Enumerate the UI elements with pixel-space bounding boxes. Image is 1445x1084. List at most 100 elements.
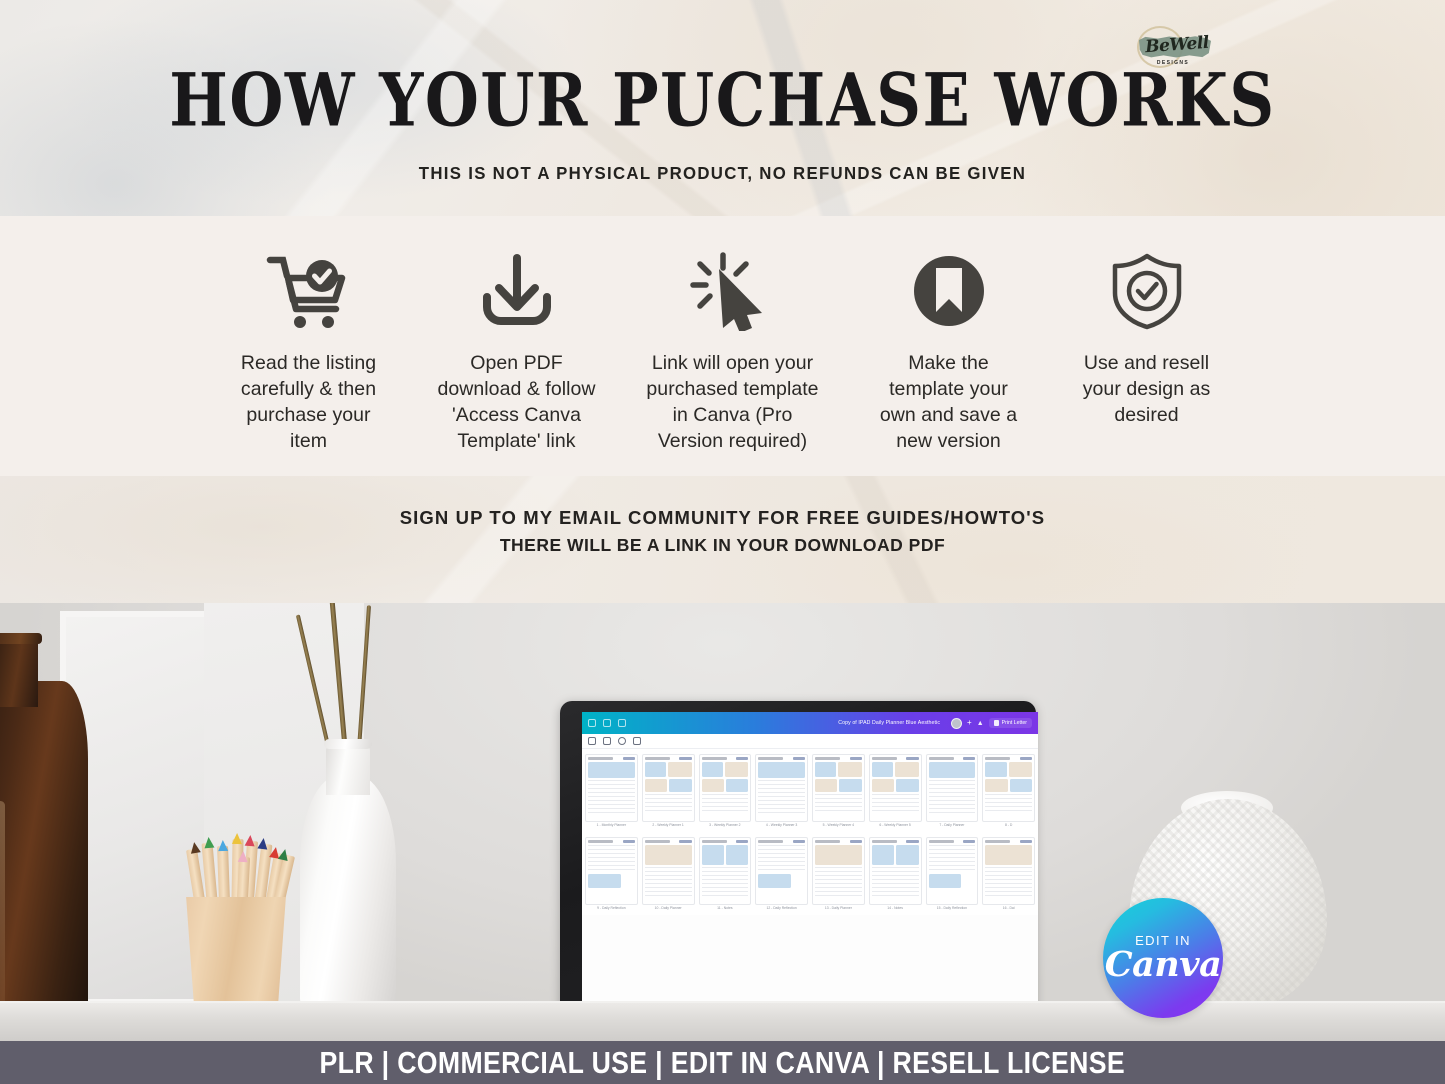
page-thumbnail-preview <box>812 837 865 905</box>
page-thumbnail[interactable]: 15 - Daily Reflection <box>925 837 979 910</box>
canva-undo-redo-group[interactable] <box>588 719 626 727</box>
thumb-block <box>644 793 692 812</box>
page-thumbnail-grid: 1 - Monthly Planner 2 - Weekly Planner 1 3… <box>582 749 1038 832</box>
thumb-block <box>985 844 1032 865</box>
page-thumbnail-preview <box>925 837 979 905</box>
vase-lip <box>324 739 372 749</box>
laptop-screen: Copy of IPAD Daily Planner Blue Aestheti… <box>582 712 1038 1004</box>
thumb-block <box>815 844 862 865</box>
canva-toolbar <box>582 734 1038 749</box>
thumb-badge <box>679 757 692 760</box>
edit-in-canva-badge[interactable]: EDIT IN Canva <box>1103 898 1223 1018</box>
step-1-caption: Read the listing carefully & then purcha… <box>240 352 377 452</box>
thumb-block <box>815 778 838 792</box>
email-signup-line-2: THERE WILL BE A LINK IN YOUR DOWNLOAD PD… <box>499 535 946 555</box>
share-icon[interactable]: ▲ <box>977 720 984 727</box>
thumb-badge <box>679 840 692 843</box>
step-2-caption: Open PDF download & follow 'Access Canva… <box>437 352 596 452</box>
page-thumbnail-label: 7 - Daily Planner <box>939 823 965 827</box>
page-thumbnail-preview <box>812 754 865 822</box>
tall-white-vase <box>300 775 396 1007</box>
thumb-badge <box>1019 757 1032 760</box>
thumb-block <box>896 844 919 865</box>
page-thumbnail[interactable]: 9 - Daily Reflection <box>585 837 638 910</box>
page-thumbnail[interactable]: 8 - D <box>982 754 1035 827</box>
page-thumbnail[interactable]: 6 - Weekly Planner 5 <box>868 754 922 827</box>
thumb-block <box>701 793 749 812</box>
thumb-badge <box>849 757 862 760</box>
license-footer-text: PLR | COMMERCIAL USE | EDIT IN CANVA | R… <box>319 1044 1126 1080</box>
page-thumbnail-preview <box>641 754 695 822</box>
step-3: Link will open your purchased template i… <box>645 248 821 454</box>
bottle-neck <box>0 637 38 707</box>
laptop-lid: Copy of IPAD Daily Planner Blue Aestheti… <box>560 701 1038 1019</box>
thumb-block <box>895 761 919 777</box>
thumb-title-line <box>701 840 727 843</box>
page-thumbnail-label: 8 - D <box>1004 823 1013 827</box>
page-thumbnail[interactable]: 12 - Daily Reflection <box>755 837 808 910</box>
page-thumbnail[interactable]: 3 - Weekly Planner 2 <box>698 754 752 827</box>
print-button[interactable]: Print Letter <box>988 718 1032 728</box>
thumb-block <box>725 844 749 865</box>
redo-icon[interactable] <box>603 719 611 727</box>
page-thumbnail-label: 11 - Notes <box>717 906 733 910</box>
thumb-block <box>669 778 692 792</box>
duplicate-tool-icon[interactable] <box>603 737 611 745</box>
thumb-title-line <box>644 757 670 760</box>
thumb-block <box>758 873 791 888</box>
thumb-title-line <box>985 757 1011 760</box>
document-title[interactable]: Copy of IPAD Daily Planner Blue Aestheti… <box>631 720 946 726</box>
page-thumbnail-label: 15 - Daily Reflection <box>936 906 968 910</box>
bottle-lip <box>0 633 42 644</box>
page-thumbnail[interactable]: 5 - Weekly Planner 4 <box>812 754 865 827</box>
page-thumbnail-label: 4 - Weekly Planner 3 <box>765 823 798 827</box>
thumb-title-line <box>588 757 614 760</box>
thumb-block <box>815 866 862 899</box>
cloud-icon[interactable] <box>618 719 626 727</box>
thumb-title-line <box>871 757 897 760</box>
page-thumbnail[interactable]: 2 - Weekly Planner 1 <box>641 754 695 827</box>
thumb-block <box>815 793 862 812</box>
page-thumbnail[interactable]: 13 - Daily Planner <box>812 837 865 910</box>
page-tool-icon[interactable] <box>588 737 596 745</box>
amber-bottle <box>0 681 88 1031</box>
thumb-block <box>758 779 805 814</box>
cart-check-icon <box>266 248 352 334</box>
shelf-surface <box>0 1003 1445 1041</box>
thumb-block <box>871 866 919 897</box>
page-thumbnail-label: 10 - Daily Planner <box>654 906 682 910</box>
thumb-block <box>871 793 919 812</box>
step-4-caption: Make the template your own and save a ne… <box>879 352 1018 452</box>
page-title: HOW YOUR PUCHASE WORKS <box>169 57 1276 144</box>
avatar[interactable] <box>951 717 963 729</box>
page-thumbnail[interactable]: 11 - Notes <box>698 837 752 910</box>
thumb-block <box>725 778 749 792</box>
thumb-badge <box>792 757 805 760</box>
shield-check-icon <box>1107 248 1187 334</box>
thumb-title-line <box>588 840 614 843</box>
email-signup-line-1: SIGN UP TO MY EMAIL COMMUNITY FOR FREE G… <box>399 507 1046 528</box>
steps-strip: Read the listing carefully & then purcha… <box>0 216 1445 476</box>
page-thumbnail[interactable]: 14 - Notes <box>868 837 922 910</box>
page-thumbnail[interactable]: 4 - Weekly Planner 3 <box>755 754 808 827</box>
page-thumbnail-label: 5 - Weekly Planner 4 <box>822 823 855 827</box>
print-button-label: Print Letter <box>1001 720 1027 726</box>
thumb-block <box>838 761 862 777</box>
step-5-caption: Use and resell your design as desired <box>1082 352 1211 426</box>
page-thumbnail-preview <box>585 837 638 905</box>
page-thumbnail[interactable]: 16 - Dai <box>982 837 1035 910</box>
add-collaborator-icon[interactable]: + <box>967 719 972 727</box>
lock-tool-icon[interactable] <box>618 737 626 745</box>
page-thumbnail[interactable]: 7 - Daily Planner <box>925 754 979 827</box>
delete-tool-icon[interactable] <box>633 737 641 745</box>
wooden-pencil-cup <box>186 897 286 1009</box>
page-thumbnail-label: 13 - Daily Planner <box>824 906 852 910</box>
thumb-badge <box>906 840 919 843</box>
page-thumbnail[interactable]: 1 - Monthly Planner <box>585 754 638 827</box>
page-thumbnail[interactable]: 10 - Daily Planner <box>641 837 695 910</box>
logo-script-text: BeWell <box>1144 32 1210 58</box>
badge-line-2: Canva <box>1104 943 1222 985</box>
undo-icon[interactable] <box>588 719 596 727</box>
thumb-title-line <box>928 840 954 843</box>
vase-neck <box>326 743 370 795</box>
